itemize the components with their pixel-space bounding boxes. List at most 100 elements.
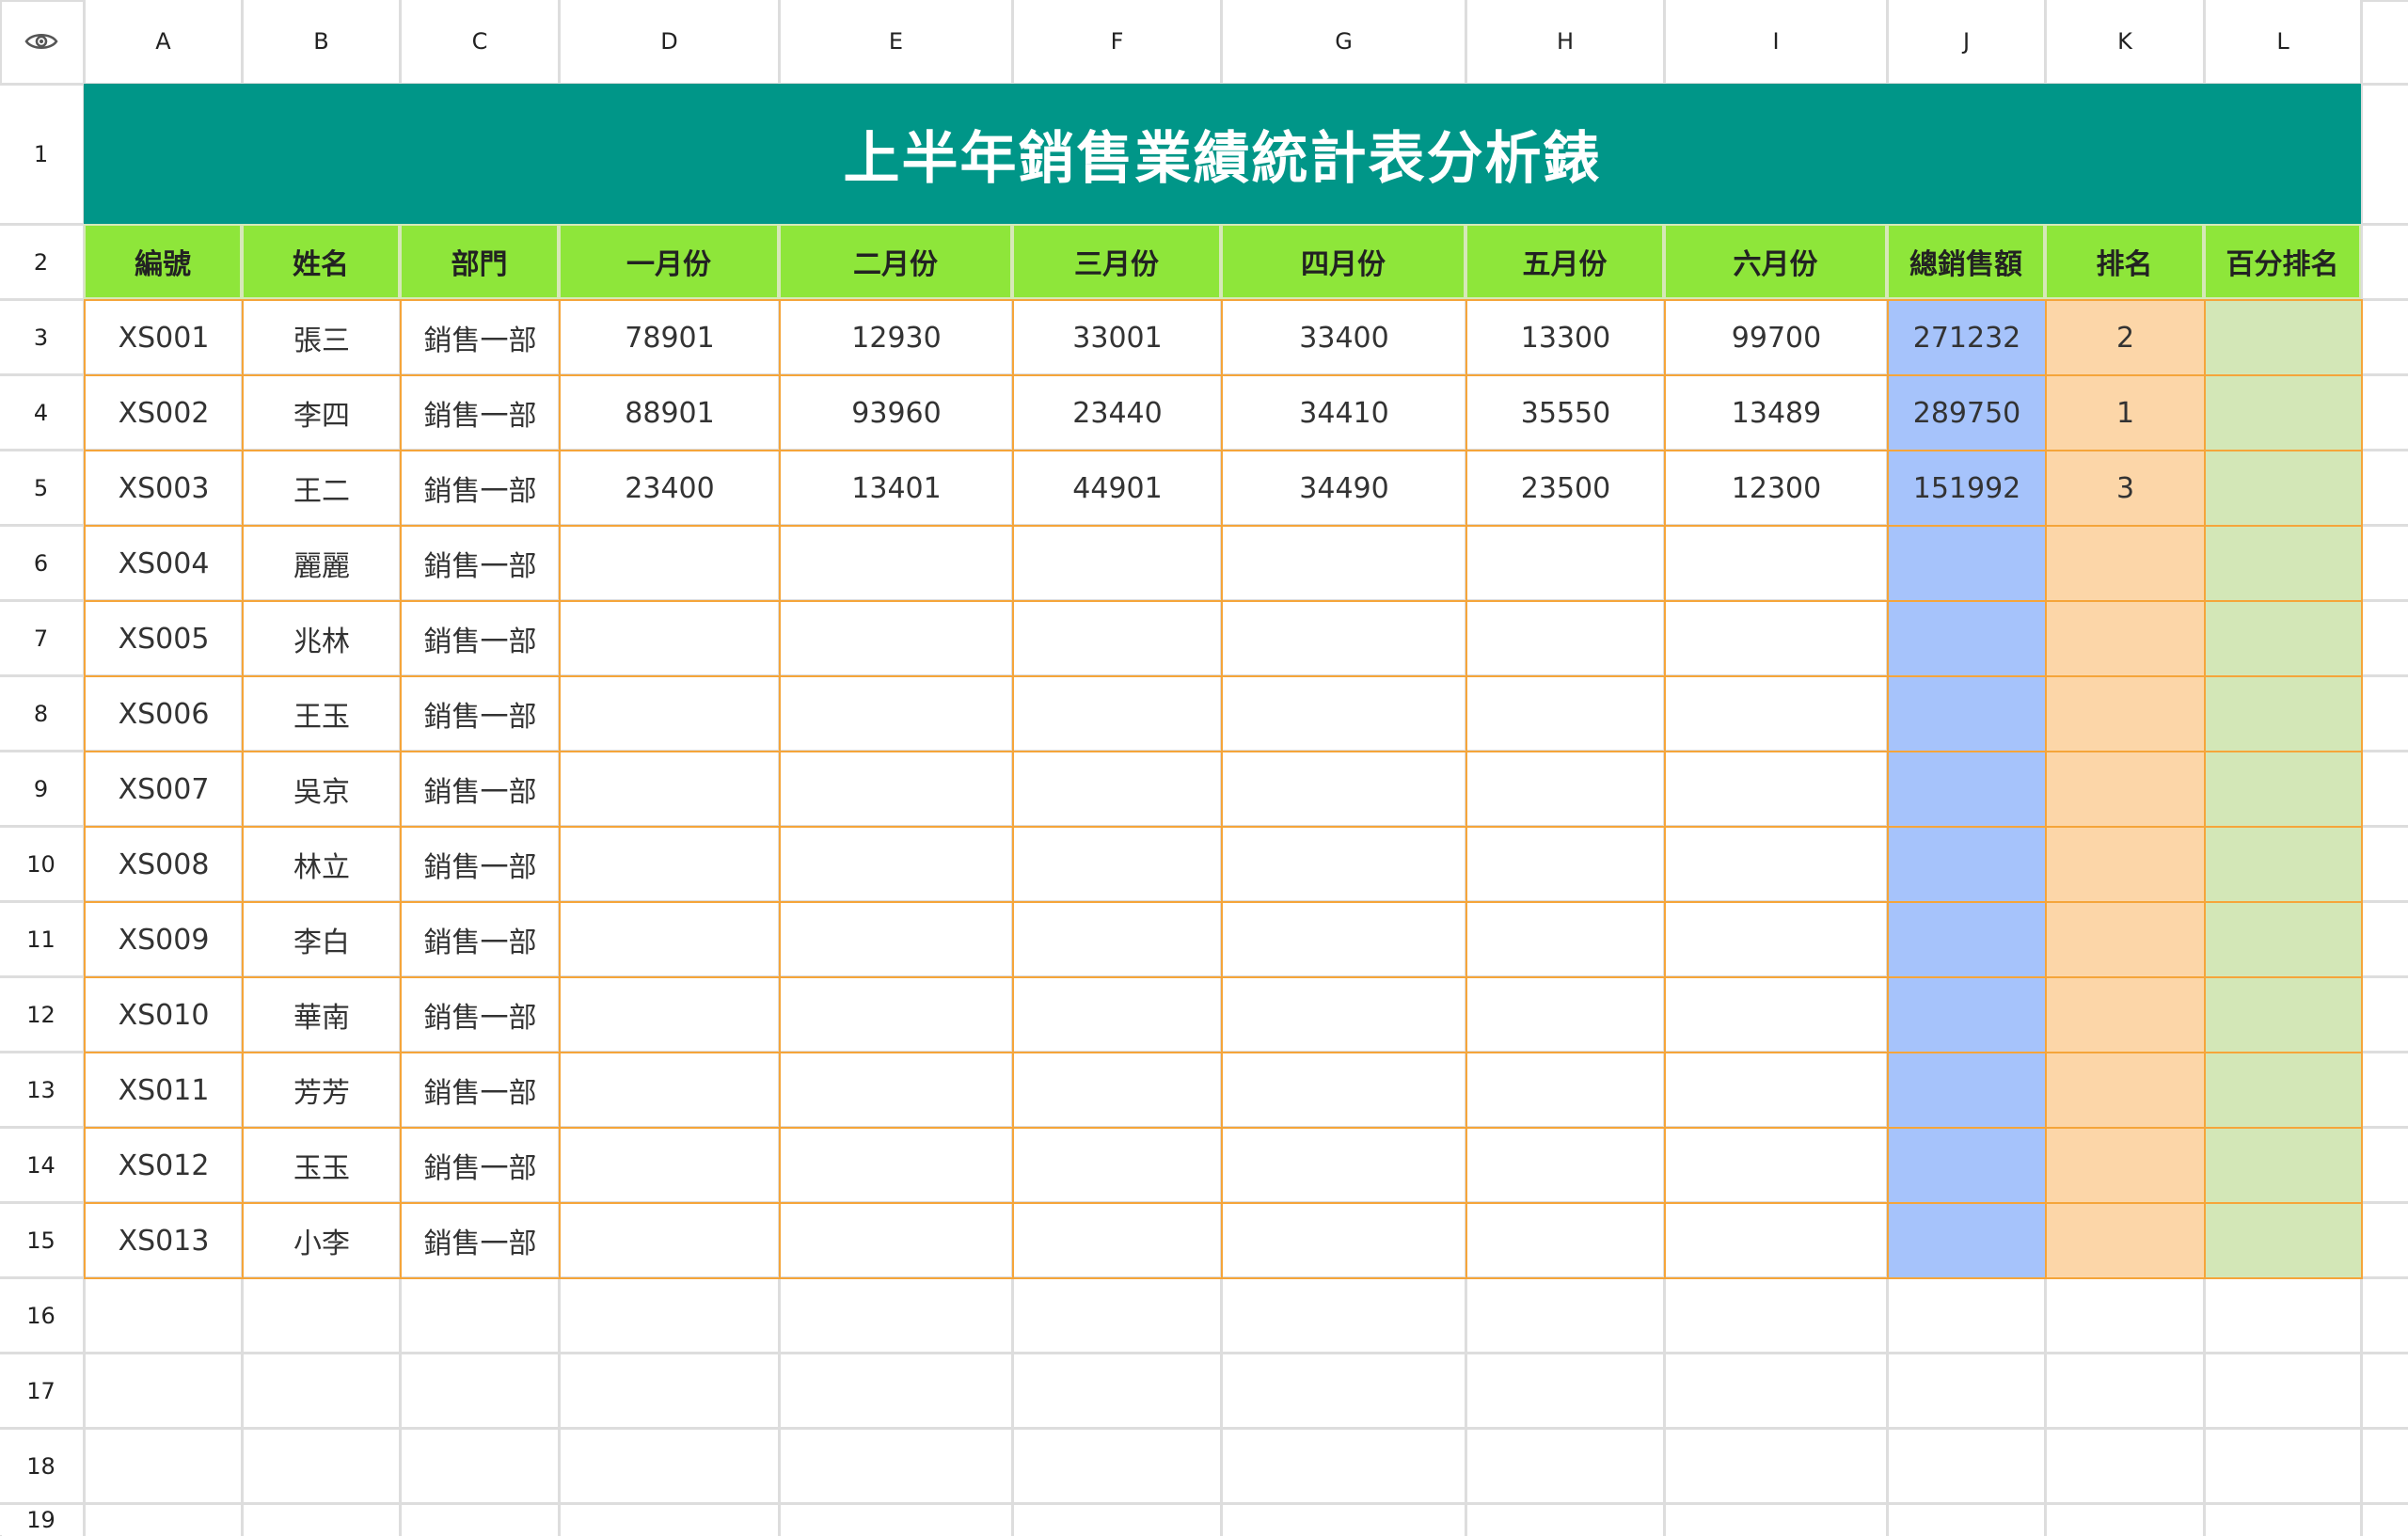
data-cell[interactable] <box>1664 600 1889 677</box>
row-header-6[interactable]: 6 <box>0 527 82 599</box>
row-header-19[interactable]: 19 <box>0 1505 82 1535</box>
data-cell[interactable] <box>1012 751 1223 828</box>
data-cell[interactable]: 李四 <box>242 374 402 451</box>
data-cell[interactable]: 銷售一部 <box>400 901 561 978</box>
data-cell[interactable]: 林立 <box>242 826 402 903</box>
data-cell[interactable] <box>2204 600 2363 677</box>
data-cell[interactable]: 289750 <box>1887 374 2047 451</box>
data-cell[interactable] <box>2045 976 2206 1053</box>
table-header-cell[interactable]: 五月份 <box>1465 224 1664 299</box>
data-cell[interactable]: 13489 <box>1664 374 1889 451</box>
table-header-cell[interactable]: 姓名 <box>242 224 400 299</box>
data-cell[interactable] <box>1887 976 2047 1053</box>
data-cell[interactable] <box>2045 901 2206 978</box>
table-header-cell[interactable]: 部門 <box>400 224 559 299</box>
data-cell[interactable] <box>1887 525 2047 602</box>
column-header-h[interactable]: H <box>1467 0 1663 82</box>
data-cell[interactable] <box>1887 901 2047 978</box>
column-header-a[interactable]: A <box>86 0 241 82</box>
table-header-cell[interactable]: 四月份 <box>1221 224 1465 299</box>
data-cell[interactable]: 12300 <box>1664 450 1889 527</box>
data-cell[interactable] <box>2204 826 2363 903</box>
data-cell[interactable] <box>1012 675 1223 752</box>
data-cell[interactable] <box>559 525 781 602</box>
data-cell[interactable] <box>1887 751 2047 828</box>
data-cell[interactable] <box>2204 525 2363 602</box>
data-cell[interactable] <box>2204 1127 2363 1204</box>
table-header-cell[interactable]: 百分排名 <box>2204 224 2361 299</box>
data-cell[interactable]: 銷售一部 <box>400 1052 561 1129</box>
data-cell[interactable] <box>2204 751 2363 828</box>
row-header-12[interactable]: 12 <box>0 978 82 1051</box>
row-header-3[interactable]: 3 <box>0 301 82 373</box>
table-header-cell[interactable]: 排名 <box>2045 224 2204 299</box>
data-cell[interactable]: 銷售一部 <box>400 600 561 677</box>
data-cell[interactable] <box>1012 1127 1223 1204</box>
column-header-k[interactable]: K <box>2047 0 2203 82</box>
row-header-15[interactable]: 15 <box>0 1204 82 1276</box>
data-cell[interactable] <box>559 600 781 677</box>
data-cell[interactable]: XS011 <box>84 1052 244 1129</box>
data-cell[interactable] <box>559 751 781 828</box>
data-cell[interactable]: 35550 <box>1465 374 1666 451</box>
data-cell[interactable]: 88901 <box>559 374 781 451</box>
data-cell[interactable] <box>779 826 1014 903</box>
data-cell[interactable] <box>2204 675 2363 752</box>
data-cell[interactable]: 99700 <box>1664 299 1889 376</box>
column-header-d[interactable]: D <box>561 0 778 82</box>
column-header-c[interactable]: C <box>402 0 558 82</box>
data-cell[interactable]: 小李 <box>242 1202 402 1279</box>
data-cell[interactable]: 銷售一部 <box>400 1202 561 1279</box>
data-cell[interactable] <box>559 901 781 978</box>
data-cell[interactable]: 銷售一部 <box>400 976 561 1053</box>
data-cell[interactable] <box>779 1127 1014 1204</box>
data-cell[interactable] <box>1012 976 1223 1053</box>
data-cell[interactable]: 銷售一部 <box>400 675 561 752</box>
data-cell[interactable]: 銷售一部 <box>400 751 561 828</box>
table-header-cell[interactable]: 六月份 <box>1664 224 1887 299</box>
data-cell[interactable] <box>559 826 781 903</box>
data-cell[interactable] <box>1465 901 1666 978</box>
eye-icon[interactable] <box>24 30 58 53</box>
data-cell[interactable]: XS001 <box>84 299 244 376</box>
data-cell[interactable] <box>559 1127 781 1204</box>
data-cell[interactable] <box>2045 826 2206 903</box>
data-cell[interactable]: 33400 <box>1221 299 1467 376</box>
data-cell[interactable]: XS009 <box>84 901 244 978</box>
data-cell[interactable]: 78901 <box>559 299 781 376</box>
data-cell[interactable] <box>779 675 1014 752</box>
data-cell[interactable] <box>2045 1127 2206 1204</box>
data-cell[interactable]: 銷售一部 <box>400 1127 561 1204</box>
data-cell[interactable] <box>559 976 781 1053</box>
data-cell[interactable]: 張三 <box>242 299 402 376</box>
data-cell[interactable]: 銷售一部 <box>400 299 561 376</box>
data-cell[interactable] <box>2045 675 2206 752</box>
table-header-cell[interactable]: 編號 <box>84 224 242 299</box>
data-cell[interactable] <box>1664 976 1889 1053</box>
data-cell[interactable] <box>2045 525 2206 602</box>
data-cell[interactable] <box>2045 1202 2206 1279</box>
data-cell[interactable]: 銷售一部 <box>400 374 561 451</box>
select-all-corner[interactable] <box>0 0 82 82</box>
data-cell[interactable] <box>1465 1127 1666 1204</box>
table-header-cell[interactable]: 總銷售額 <box>1887 224 2045 299</box>
data-cell[interactable]: XS008 <box>84 826 244 903</box>
data-cell[interactable] <box>2045 1052 2206 1129</box>
column-header-i[interactable]: I <box>1666 0 1886 82</box>
data-cell[interactable]: 玉玉 <box>242 1127 402 1204</box>
data-cell[interactable]: XS007 <box>84 751 244 828</box>
data-cell[interactable] <box>559 1202 781 1279</box>
data-cell[interactable] <box>779 976 1014 1053</box>
data-cell[interactable] <box>1221 600 1467 677</box>
data-cell[interactable] <box>1465 600 1666 677</box>
column-header-g[interactable]: G <box>1223 0 1465 82</box>
row-header-17[interactable]: 17 <box>0 1354 82 1427</box>
data-cell[interactable] <box>1012 826 1223 903</box>
data-cell[interactable] <box>2204 374 2363 451</box>
data-cell[interactable]: 151992 <box>1887 450 2047 527</box>
table-header-cell[interactable]: 三月份 <box>1012 224 1221 299</box>
table-header-cell[interactable]: 二月份 <box>779 224 1012 299</box>
data-cell[interactable] <box>1221 901 1467 978</box>
column-header-e[interactable]: E <box>781 0 1011 82</box>
data-cell[interactable]: XS010 <box>84 976 244 1053</box>
